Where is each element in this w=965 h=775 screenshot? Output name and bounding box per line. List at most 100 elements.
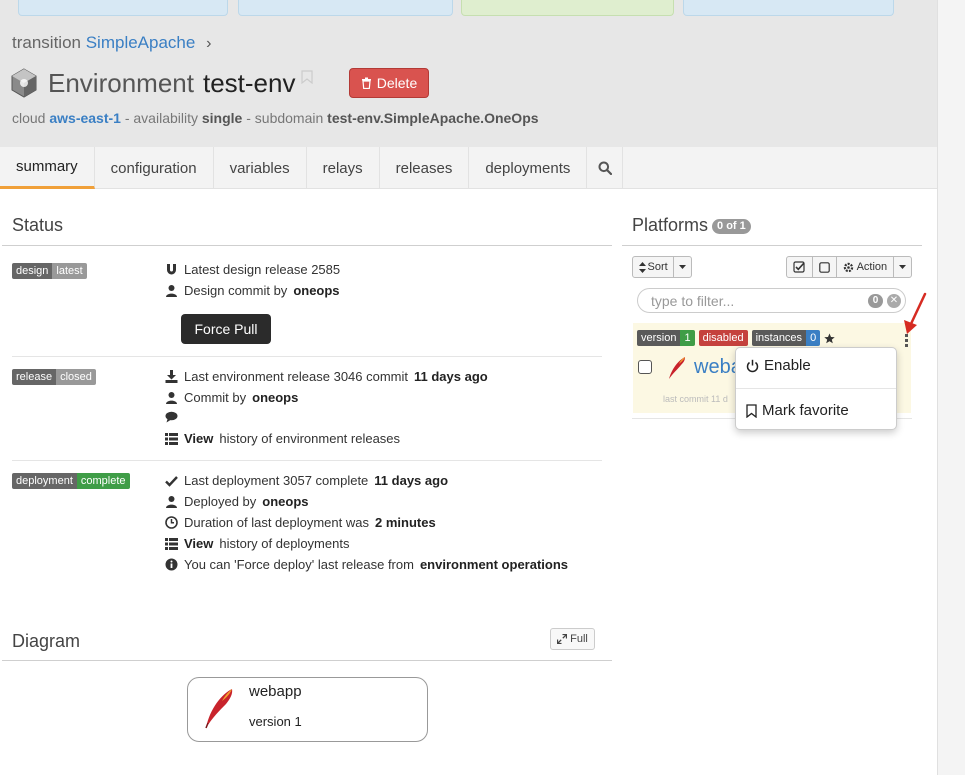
instances-badge: instances 0 bbox=[751, 330, 821, 346]
empty-square-icon bbox=[818, 261, 830, 273]
filter-count-badge: 0 bbox=[868, 294, 883, 308]
search-icon bbox=[598, 161, 612, 175]
environment-cube-icon bbox=[11, 68, 37, 98]
tab-releases[interactable]: releases bbox=[380, 147, 470, 189]
tab-relays[interactable]: relays bbox=[307, 147, 380, 189]
design-commit-prefix: Design commit by bbox=[184, 283, 288, 298]
deployed-by-user: oneops bbox=[262, 494, 309, 509]
platform-last-commit: last commit 11 d bbox=[663, 394, 728, 404]
platform-filter-input[interactable]: type to filter... 0 ✕ bbox=[637, 288, 906, 313]
power-icon bbox=[746, 359, 759, 372]
tab-variables[interactable]: variables bbox=[214, 147, 307, 189]
design-commit-line: Design commit by oneops bbox=[165, 283, 340, 298]
diagram-heading: Diagram bbox=[12, 631, 81, 651]
menu-item-enable[interactable]: Enable bbox=[746, 357, 811, 374]
select-all-button[interactable] bbox=[787, 257, 813, 277]
availability-value: single bbox=[201, 110, 243, 126]
page-scrollbar[interactable] bbox=[937, 0, 965, 775]
full-screen-button[interactable]: Full bbox=[550, 628, 595, 650]
duration-line: Duration of last deployment was 2 minute… bbox=[165, 515, 436, 530]
platform-actions-menu: Enable Mark favorite bbox=[735, 347, 897, 430]
page-title: Environment test-env bbox=[10, 64, 314, 102]
user-icon bbox=[166, 496, 177, 508]
deployment-history-line: View history of deployments bbox=[165, 536, 349, 551]
force-pull-button[interactable]: Force Pull bbox=[181, 314, 271, 344]
full-label: Full bbox=[570, 633, 588, 645]
annotation-arrow-icon bbox=[904, 292, 927, 334]
apache-feather-icon bbox=[205, 689, 233, 729]
deployed-by-line: Deployed by oneops bbox=[165, 494, 309, 509]
release-commit-line: Commit by oneops bbox=[165, 390, 298, 405]
deployment-history-link[interactable]: View bbox=[184, 536, 213, 551]
check-icon bbox=[165, 475, 178, 487]
platform-badges: version 1 disabled instances 0 bbox=[637, 330, 835, 346]
deployment-history-text: history of deployments bbox=[219, 536, 350, 551]
menu-item-mark-favorite[interactable]: Mark favorite bbox=[746, 402, 849, 419]
release-history-link[interactable]: View bbox=[184, 431, 213, 446]
list-icon bbox=[165, 537, 178, 550]
tab-configuration[interactable]: configuration bbox=[95, 147, 214, 189]
action-label: Action bbox=[856, 261, 888, 273]
subdomain-value: test-env.SimpleApache.OneOps bbox=[327, 110, 539, 126]
availability-label: - availability bbox=[120, 110, 202, 126]
design-commit-user: oneops bbox=[293, 283, 340, 298]
summary-card[interactable] bbox=[238, 0, 453, 16]
summary-card[interactable] bbox=[683, 0, 894, 16]
clock-icon bbox=[165, 516, 178, 529]
delete-label: Delete bbox=[376, 75, 418, 91]
environment-header: transition SimpleApache › Environment te… bbox=[0, 0, 937, 147]
disabled-badge: disabled bbox=[698, 330, 748, 346]
sort-button[interactable]: Sort bbox=[633, 257, 675, 277]
select-none-button[interactable] bbox=[813, 257, 837, 277]
expand-icon bbox=[557, 634, 568, 644]
row-divider bbox=[12, 460, 602, 461]
bookmark-icon[interactable] bbox=[301, 70, 314, 84]
status-heading: Status bbox=[12, 215, 64, 235]
release-line-age: 11 days ago bbox=[414, 369, 488, 384]
comment-icon bbox=[165, 411, 178, 423]
deployment-line: Last deployment 3057 complete 11 days ag… bbox=[165, 473, 448, 488]
action-button[interactable]: Action bbox=[837, 257, 895, 277]
platforms-divider bbox=[622, 245, 922, 246]
action-dropdown-toggle[interactable] bbox=[894, 257, 911, 277]
list-icon bbox=[165, 432, 178, 445]
release-history-line: View history of environment releases bbox=[165, 431, 400, 446]
breadcrumb-assembly-link[interactable]: SimpleApache bbox=[86, 33, 196, 52]
platforms-title: Platforms bbox=[632, 215, 709, 235]
platform-select-checkbox[interactable] bbox=[638, 360, 652, 374]
environment-tabs: summary configuration variables relays r… bbox=[0, 147, 937, 189]
delete-button[interactable]: Delete bbox=[349, 68, 429, 98]
diagram-platform-node[interactable]: webapp version 1 bbox=[187, 677, 428, 742]
breadcrumb-prefix: transition bbox=[12, 33, 81, 52]
force-deploy-info-line: You can 'Force deploy' last release from… bbox=[165, 557, 568, 572]
release-commit-prefix: Commit by bbox=[184, 390, 247, 405]
status-divider bbox=[2, 245, 612, 246]
tab-summary[interactable]: summary bbox=[0, 147, 95, 189]
design-status-badge: design latest bbox=[12, 263, 87, 279]
release-line: Last environment release 3046 commit 11 … bbox=[165, 369, 488, 384]
release-badge-state: closed bbox=[56, 369, 96, 385]
version-badge-label: version bbox=[637, 330, 681, 346]
design-badge-state: latest bbox=[52, 263, 87, 279]
tab-search[interactable] bbox=[587, 147, 624, 189]
filter-placeholder: type to filter... bbox=[651, 292, 735, 309]
clear-filter-icon[interactable]: ✕ bbox=[887, 294, 901, 308]
sort-dropdown-toggle[interactable] bbox=[674, 257, 691, 277]
caret-down-icon bbox=[899, 265, 907, 269]
environment-label: Environment bbox=[48, 67, 194, 98]
tab-deployments[interactable]: deployments bbox=[469, 147, 588, 189]
environment-operations-link[interactable]: environment operations bbox=[420, 557, 568, 572]
menu-divider bbox=[736, 388, 896, 389]
bookmark-icon bbox=[746, 403, 757, 418]
release-badge-label: release bbox=[12, 369, 57, 385]
subdomain-label: - subdomain bbox=[242, 110, 328, 126]
sort-icon bbox=[638, 261, 646, 273]
deployment-status-badge: deployment complete bbox=[12, 473, 130, 489]
summary-card[interactable] bbox=[18, 0, 228, 16]
cloud-link[interactable]: aws-east-1 bbox=[49, 110, 121, 126]
summary-card[interactable] bbox=[461, 0, 674, 16]
caret-down-icon bbox=[679, 265, 687, 269]
chevron-right-icon: › bbox=[206, 35, 212, 52]
row-divider bbox=[12, 356, 602, 357]
star-icon[interactable] bbox=[824, 333, 835, 344]
